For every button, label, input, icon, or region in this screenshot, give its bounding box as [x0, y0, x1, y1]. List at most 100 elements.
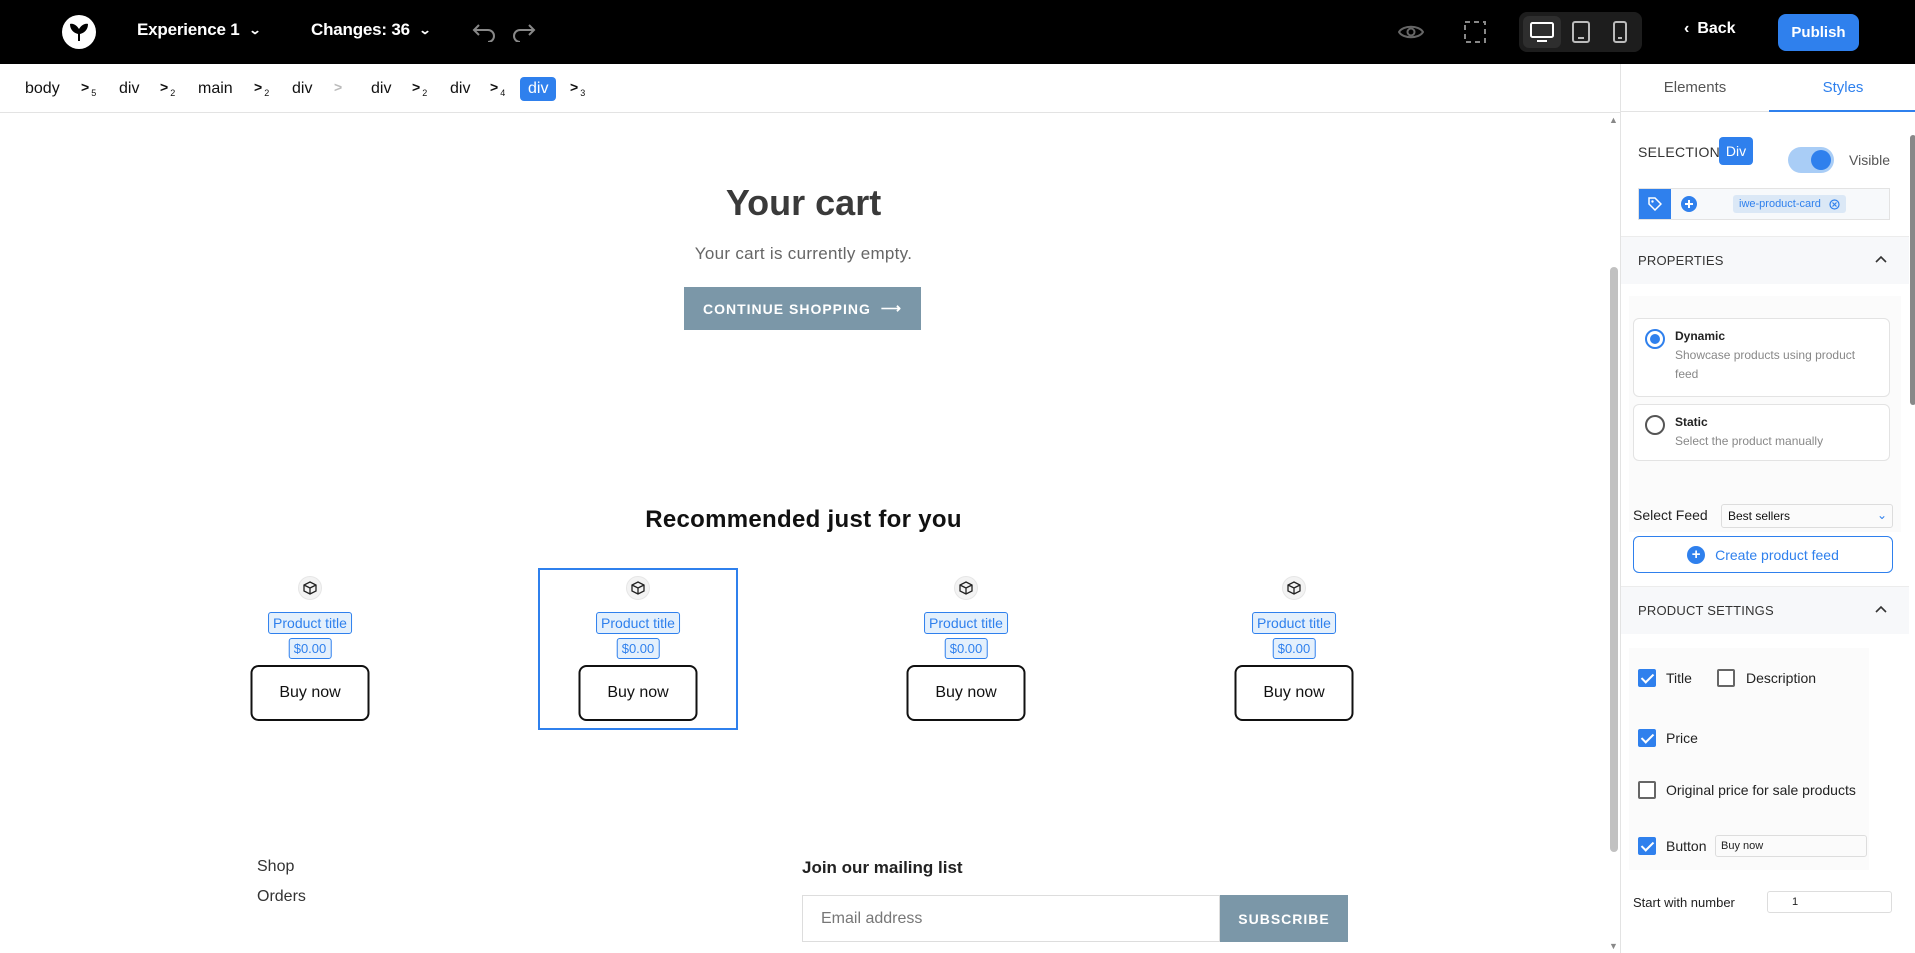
properties-heading: PROPERTIES	[1638, 253, 1724, 268]
product-card-selected[interactable]: Product title $0.00 Buy now	[538, 568, 738, 730]
tag-icon[interactable]	[1639, 189, 1671, 219]
breadcrumb-item[interactable]: div	[292, 77, 312, 101]
chevron-up-icon	[1875, 255, 1887, 263]
dynamic-radio[interactable]	[1645, 329, 1665, 349]
static-option[interactable]: Static Select the product manually	[1633, 404, 1890, 461]
create-product-feed-button[interactable]: + Create product feed	[1633, 536, 1893, 573]
back-button[interactable]: ‹ Back	[1684, 20, 1736, 38]
breadcrumb-item[interactable]: main	[198, 77, 233, 101]
style-panel: Elements Styles SELECTION Div Visible iw…	[1620, 64, 1915, 953]
properties-section-header[interactable]: PROPERTIES	[1621, 236, 1909, 284]
desktop-icon[interactable]	[1523, 16, 1561, 48]
logo-icon[interactable]	[62, 15, 96, 49]
product-settings-section-header[interactable]: PRODUCT SETTINGS	[1621, 586, 1909, 634]
footer-link-shop[interactable]: Shop	[257, 858, 294, 876]
breadcrumb-item[interactable]: body	[25, 77, 60, 101]
changes-label: Changes: 36	[311, 20, 410, 39]
cart-empty-message[interactable]: Your cart is currently empty.	[0, 244, 1607, 264]
tablet-icon[interactable]	[1562, 16, 1600, 48]
feed-select[interactable]: Best sellers ⌄	[1721, 504, 1893, 528]
plus-icon: +	[1687, 545, 1706, 564]
class-chip[interactable]: iwe-product-card	[1733, 195, 1846, 213]
breadcrumb-item-selected[interactable]: div	[520, 77, 557, 101]
static-radio[interactable]	[1645, 415, 1665, 435]
product-price[interactable]: $0.00	[616, 638, 660, 659]
product-box-icon	[1282, 576, 1306, 600]
button-checkbox[interactable]	[1638, 837, 1656, 855]
original-price-checkbox[interactable]	[1638, 781, 1656, 799]
breadcrumb-separator[interactable]: >2	[160, 79, 175, 98]
title-checkbox-label: Title	[1666, 670, 1692, 686]
static-title: Static	[1675, 415, 1708, 429]
undo-icon[interactable]	[469, 18, 499, 46]
product-price[interactable]: $0.00	[1272, 638, 1316, 659]
remove-class-icon[interactable]	[1829, 198, 1840, 210]
title-checkbox[interactable]	[1638, 669, 1656, 687]
button-text-field[interactable]: Buy now	[1715, 835, 1867, 857]
chevron-up-icon	[1875, 605, 1887, 613]
product-title[interactable]: Product title	[268, 612, 352, 634]
start-number-field[interactable]: 1	[1767, 891, 1892, 913]
breadcrumb-item[interactable]: div	[371, 77, 391, 101]
breadcrumb-separator[interactable]: >4	[490, 79, 505, 98]
continue-shopping-button[interactable]: CONTINUE SHOPPING ⟶	[684, 287, 921, 330]
experience-dropdown[interactable]: Experience 1 ⌄	[137, 20, 261, 40]
tab-styles[interactable]: Styles	[1769, 64, 1915, 112]
publish-button[interactable]: Publish	[1778, 14, 1859, 51]
breadcrumb-item[interactable]: div	[450, 77, 470, 101]
changes-dropdown[interactable]: Changes: 36 ⌄	[311, 20, 432, 40]
price-checkbox[interactable]	[1638, 729, 1656, 747]
canvas-scrollbar[interactable]: ▲ ▼	[1607, 113, 1620, 953]
recommended-title[interactable]: Recommended just for you	[0, 506, 1607, 534]
chevron-down-icon: ⌄	[1876, 508, 1887, 522]
product-title[interactable]: Product title	[1252, 612, 1336, 634]
scroll-down-icon[interactable]: ▼	[1609, 941, 1618, 951]
tab-elements[interactable]: Elements	[1621, 64, 1769, 112]
email-field[interactable]: Email address	[802, 895, 1220, 942]
cart-title[interactable]: Your cart	[0, 182, 1607, 224]
breadcrumb-separator[interactable]: >3	[570, 79, 585, 98]
breadcrumb-separator[interactable]: >5	[81, 79, 96, 98]
scrollbar-thumb[interactable]	[1910, 135, 1915, 405]
add-class-icon[interactable]	[1681, 196, 1697, 212]
scrollbar-thumb[interactable]	[1610, 267, 1618, 852]
chevron-down-icon: ⌄	[248, 23, 261, 37]
preview-eye-icon[interactable]	[1396, 18, 1426, 46]
breadcrumb: body >5 div >2 main >2 div > div >2 div …	[0, 64, 1620, 113]
breadcrumb-separator[interactable]: >2	[412, 79, 427, 98]
visible-toggle[interactable]	[1788, 147, 1834, 173]
product-card[interactable]: Product title $0.00 Buy now	[210, 568, 410, 730]
static-description: Select the product manually	[1675, 434, 1824, 448]
subscribe-button[interactable]: SUBSCRIBE	[1220, 895, 1348, 942]
product-price[interactable]: $0.00	[288, 638, 332, 659]
toggle-knob	[1811, 150, 1831, 170]
description-checkbox-label: Description	[1746, 670, 1817, 686]
product-title[interactable]: Product title	[924, 612, 1008, 634]
child-count: 2	[264, 87, 270, 98]
product-price[interactable]: $0.00	[944, 638, 988, 659]
breadcrumb-separator[interactable]: >2	[254, 79, 269, 98]
buy-now-button[interactable]: Buy now	[250, 665, 370, 721]
breadcrumb-item[interactable]: div	[119, 77, 139, 101]
product-title[interactable]: Product title	[596, 612, 680, 634]
selection-frame-icon[interactable]	[1460, 18, 1490, 46]
child-count: 2	[170, 87, 176, 98]
redo-icon[interactable]	[509, 18, 539, 46]
buy-now-button[interactable]: Buy now	[1234, 665, 1354, 721]
child-count: 2	[422, 87, 428, 98]
panel-scrollbar[interactable]	[1909, 120, 1915, 953]
product-box-icon	[298, 576, 322, 600]
scroll-up-icon[interactable]: ▲	[1609, 115, 1618, 125]
selection-badge: Div	[1719, 137, 1753, 165]
buy-now-button[interactable]: Buy now	[906, 665, 1026, 721]
description-checkbox[interactable]	[1717, 669, 1735, 687]
product-card[interactable]: Product title $0.00 Buy now	[866, 568, 1066, 730]
product-card[interactable]: Product title $0.00 Buy now	[1194, 568, 1394, 730]
footer-link-orders[interactable]: Orders	[257, 888, 306, 906]
chevron-down-icon: ⌄	[418, 23, 432, 37]
mailing-list-title[interactable]: Join our mailing list	[802, 858, 963, 878]
dynamic-option[interactable]: Dynamic Showcase products using product …	[1633, 318, 1890, 397]
mobile-icon[interactable]	[1601, 16, 1639, 48]
buy-now-button[interactable]: Buy now	[578, 665, 698, 721]
breadcrumb-separator[interactable]: >	[334, 79, 342, 95]
